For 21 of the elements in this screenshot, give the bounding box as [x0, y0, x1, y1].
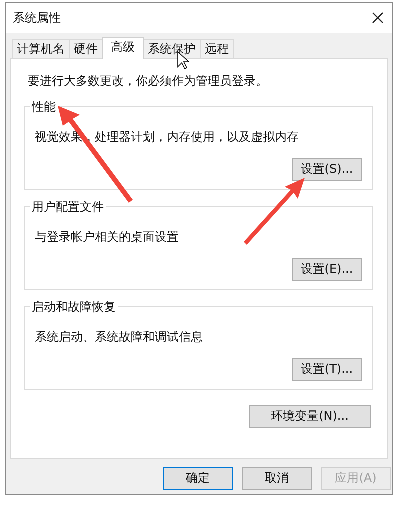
- close-icon[interactable]: [372, 12, 384, 24]
- tab[interactable]: 高级: [102, 37, 144, 59]
- environment-variables-button[interactable]: 环境变量(N)...: [249, 405, 371, 428]
- group-description: 与登录帐户相关的桌面设置: [35, 229, 180, 246]
- group-title: 用户配置文件: [30, 199, 106, 216]
- window-title: 系统属性: [13, 10, 61, 26]
- settings-button[interactable]: 设置(T)...: [292, 358, 362, 381]
- group-title: 性能: [30, 99, 58, 116]
- settings-button[interactable]: 设置(S)...: [292, 158, 362, 181]
- tab[interactable]: 计算机名: [12, 39, 70, 58]
- dialog-button: 应用(A): [321, 467, 391, 490]
- arrow: [244, 178, 305, 245]
- group-title: 启动和故障恢复: [30, 299, 118, 316]
- settings-button[interactable]: 设置(E)...: [292, 258, 362, 281]
- notice-text: 要进行大多数更改，你必须作为管理员登录。: [28, 73, 269, 90]
- tab[interactable]: 远程: [200, 39, 234, 58]
- tab[interactable]: 硬件: [69, 39, 103, 58]
- dialog-button[interactable]: 取消: [242, 467, 312, 490]
- tab[interactable]: 系统保护: [143, 39, 201, 58]
- group-description: 系统启动、系统故障和调试信息: [35, 329, 204, 346]
- dialog-button[interactable]: 确定: [163, 467, 233, 490]
